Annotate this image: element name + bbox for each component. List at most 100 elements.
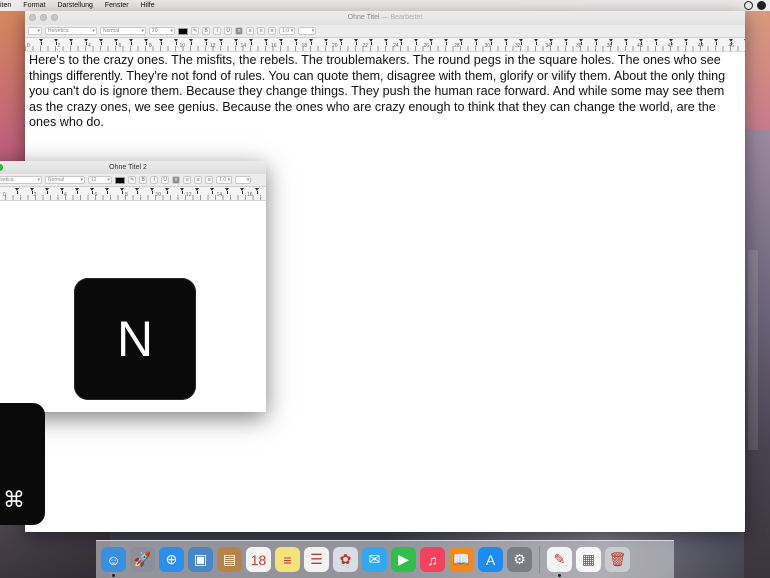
font-style-popup[interactable]: Normal [100,27,146,35]
minimize-button[interactable] [40,14,47,21]
menu-format[interactable]: Format [23,0,45,11]
ruler-number: 32 [515,43,521,49]
tab-stop-stem [326,42,327,45]
line-spacing-popup[interactable]: 1,0 [279,27,296,35]
tab-stop-stem [266,42,267,45]
menu-bearbeiten[interactable]: iten [0,0,11,11]
ruler-number: 12 [186,192,192,198]
italic-button[interactable]: I [213,27,222,35]
list-style-popup[interactable] [235,176,252,184]
facetime-icon[interactable]: ▶ [391,547,416,572]
tab-stop-stem [476,42,477,45]
align-justify-button[interactable]: ≡ [205,176,214,184]
tab-stop-stem [656,42,657,45]
app-store-icon[interactable]: A [478,547,503,572]
zoom-button[interactable] [0,164,3,171]
highlight-color-button[interactable]: ✎ [191,27,200,35]
bold-button[interactable]: B [139,176,148,184]
tab-stop-stem [716,42,717,45]
font-size-popup[interactable]: 12 [88,176,112,184]
dock-separator [539,545,540,574]
tab-stop-stem [197,191,198,194]
align-right-button[interactable]: ≡ [257,27,266,35]
tab-stop-stem [596,42,597,45]
launchpad-icon[interactable]: 🚀 [130,547,155,572]
tab-stop-stem [176,42,177,45]
line-spacing-popup[interactable]: 1,0 [216,176,233,184]
second-ruler[interactable]: 024681012141618 [0,187,266,201]
wallpaper-cliff [744,130,770,578]
font-family-popup[interactable]: Helvetica [0,176,42,184]
italic-button[interactable]: I [150,176,159,184]
messages-icon[interactable]: ✉ [362,547,387,572]
ruler-number: 16 [271,43,277,49]
menu-hilfe[interactable]: Hilfe [141,0,155,11]
notes-icon[interactable]: ≡ [275,547,300,572]
tab-stop-stem [431,42,432,45]
align-center-button[interactable]: ≡ [246,27,255,35]
font-style-popup[interactable]: Normal [45,176,85,184]
align-justify-button[interactable]: ≡ [268,27,277,35]
tab-stop-stem [626,42,627,45]
align-right-button[interactable]: ≡ [194,176,203,184]
list-style-popup[interactable] [298,27,317,35]
tab-stop-stem [296,42,297,45]
ruler-number: 8 [125,192,128,198]
ruler-number: 12 [210,43,216,49]
tab-stop-marker[interactable] [744,39,745,42]
paragraph-style-popup[interactable] [28,27,42,35]
align-left-button[interactable]: ≡ [172,176,181,184]
highlight-color-button[interactable]: ✎ [128,176,137,184]
tab-stop-stem [17,191,18,194]
textedit-icon[interactable]: ✎ [547,547,572,577]
font-size-popup[interactable]: 20 [149,27,175,35]
second-window-titlebar[interactable]: Ohne Titel 2 [0,161,266,174]
underline-button[interactable]: U [161,176,170,184]
align-left-button[interactable]: ≡ [235,27,244,35]
photos-icon[interactable]: ✿ [333,547,358,572]
text-color-swatch[interactable] [115,176,125,184]
ruler-number: 16 [247,192,253,198]
main-ruler[interactable]: 0 2 4 6 8 10 12 14 16 18 20 22 24 26 28 30 32 34 36 38 40 42 4… [25,38,745,52]
tab-stop-stem [182,191,183,194]
ruler-number: 14 [240,43,247,49]
ruler-number: 14 [216,192,223,198]
tab-stop-stem [251,42,252,45]
system-preferences-icon[interactable]: ⚙ [507,547,532,572]
text-color-swatch[interactable] [178,27,188,35]
menu-darstellung[interactable]: Darstellung [57,0,92,11]
preview-icon[interactable]: ▣ [188,547,213,572]
contacts-icon[interactable]: ▤ [217,547,242,572]
ruler-number: 18 [301,43,308,49]
time-machine-icon[interactable] [744,1,753,10]
ruler-number: 20 [332,43,338,49]
ruler-number: 24 [393,43,399,49]
calendar-icon[interactable]: 18 [246,547,271,572]
ruler-number: 44 [698,43,704,49]
main-window-titlebar[interactable]: Ohne Titel — Bearbeitet [25,11,745,25]
close-button[interactable] [29,14,36,21]
finder-icon[interactable]: ☺ [101,547,126,577]
reminders-icon[interactable]: ☰ [304,547,329,572]
underline-button[interactable]: U [224,27,233,35]
running-indicator [558,574,561,577]
itunes-icon[interactable]: ♫ [420,547,445,572]
ibooks-icon[interactable]: 📖 [449,547,474,572]
document-text[interactable]: Here's to the crazy ones. The misfits, t… [25,52,745,131]
tab-stop-stem [506,42,507,45]
document-icon[interactable]: ▦ [576,547,601,572]
ruler-number: 6 [94,192,98,198]
menu-fenster[interactable]: Fenster [105,0,129,11]
zoom-button[interactable] [51,14,58,21]
align-center-button[interactable]: ≡ [183,176,192,184]
status-icon[interactable] [757,1,766,10]
trash-icon[interactable]: 🗑 [605,547,630,572]
safari-icon[interactable]: ⊕ [159,547,184,572]
tab-stop-stem [161,42,162,45]
tab-stop-stem [62,191,63,194]
tab-stop-stem [386,42,387,45]
tab-stop-stem [311,42,312,45]
font-family-popup[interactable]: Helvetica [45,27,97,35]
ruler-number: 0 [3,192,6,198]
bold-button[interactable]: B [202,27,211,35]
